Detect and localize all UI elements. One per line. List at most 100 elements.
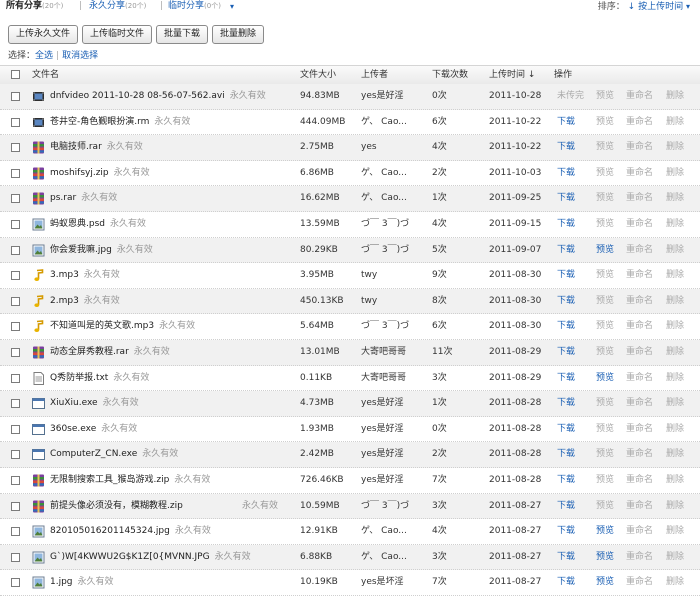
file-name-cell[interactable]: ps.rar 永久有效: [50, 186, 117, 212]
file-name-cell[interactable]: G`)W[4KWWU2G$K1Z[0{MVNN.JPG 永久有效: [50, 545, 251, 571]
file-name-cell[interactable]: dnfvideo 2011-10-28 08-56-07-562.avi 永久有效: [50, 84, 266, 110]
table-row[interactable]: G`)W[4KWWU2G$K1Z[0{MVNN.JPG 永久有效 6.88KB ゲ、 …: [0, 544, 700, 571]
upload-permanent-button[interactable]: 上传永久文件: [8, 25, 78, 44]
row-checkbox[interactable]: [11, 194, 20, 204]
file-name-cell[interactable]: 1.jpg 永久有效: [50, 570, 114, 596]
table-row[interactable]: dnfvideo 2011-10-28 08-56-07-562.avi 永久有效…: [0, 84, 700, 110]
rename-link[interactable]: 重命名: [626, 545, 653, 571]
rename-link[interactable]: 重命名: [626, 314, 653, 340]
table-row[interactable]: 蚂蚁恩典.psd 永久有效 13.59MB づ￣ 3￣)づ 4次 2011-09-15 下载…: [0, 212, 700, 238]
row-checkbox[interactable]: [11, 476, 20, 485]
table-row[interactable]: 电脑技师.rar 永久有效 2.75MB yes 4次 2011-10-22 下载 预览 重命名…: [0, 135, 700, 161]
file-name[interactable]: 无限制搜索工具_猴岛游戏.zip: [50, 475, 169, 485]
file-name[interactable]: Q秀防举报.txt: [50, 373, 108, 383]
table-row[interactable]: ps.rar 永久有效 16.62MB ゲ、 Cao... 1次 2011-09-25 下载…: [0, 186, 700, 212]
download-link[interactable]: 下载: [557, 519, 575, 545]
upload-temp-button[interactable]: 上传临时文件: [82, 25, 152, 44]
download-link[interactable]: 下载: [557, 442, 575, 468]
delete-link[interactable]: 删除: [666, 519, 684, 545]
chevron-down-icon[interactable]: ▾: [686, 2, 690, 11]
table-row[interactable]: Q秀防举报.txt 永久有效 0.11KB 大寄吧哥哥 3次 2011-08-29 下载 预览…: [0, 366, 700, 392]
file-name-cell[interactable]: 2.mp3 永久有效: [50, 289, 120, 315]
download-link[interactable]: 下载: [557, 417, 575, 443]
download-link[interactable]: 下载: [557, 238, 575, 264]
rename-link[interactable]: 重命名: [626, 289, 653, 315]
download-link[interactable]: 下载: [557, 186, 575, 212]
preview-link[interactable]: 预览: [596, 238, 614, 264]
file-name[interactable]: 3.mp3: [50, 270, 79, 280]
row-checkbox[interactable]: [11, 373, 20, 383]
delete-link[interactable]: 删除: [666, 366, 684, 392]
rename-link[interactable]: 重命名: [626, 110, 653, 136]
download-link[interactable]: 下载: [557, 110, 575, 136]
file-name-cell[interactable]: 不知道叫是的英文歌.mp3 永久有效: [50, 314, 195, 340]
preview-link[interactable]: 预览: [596, 366, 614, 392]
table-row[interactable]: 前提头像必须没有，模糊教程.zip 永久有效 10.59MB づ￣ 3￣)づ 3次 201…: [0, 493, 700, 520]
rename-link[interactable]: 重命名: [626, 212, 653, 238]
preview-link[interactable]: 预览: [596, 570, 614, 596]
download-link[interactable]: 下载: [557, 263, 575, 289]
sort-arrow-icon[interactable]: ↓: [628, 2, 636, 12]
file-name[interactable]: 820105016201145324.jpg: [50, 526, 170, 536]
file-name[interactable]: 电脑技师.rar: [50, 142, 102, 152]
row-checkbox[interactable]: [11, 399, 20, 409]
file-name[interactable]: 苍井空-角色觐眼扮演.rm: [50, 117, 149, 127]
batch-download-button[interactable]: 批量下载: [156, 25, 208, 44]
row-checkbox[interactable]: [11, 245, 20, 255]
table-row[interactable]: 苍井空-角色觐眼扮演.rm 永久有效 444.09MB ゲ、 Cao... 6次 2011…: [0, 110, 700, 136]
delete-link[interactable]: 删除: [666, 161, 684, 187]
delete-link[interactable]: 删除: [666, 391, 684, 417]
delete-link[interactable]: 删除: [666, 289, 684, 315]
row-checkbox[interactable]: [11, 527, 20, 537]
row-checkbox[interactable]: [11, 143, 20, 153]
tab-temporary-shares[interactable]: 临时分享(0个): [168, 0, 221, 13]
delete-link[interactable]: 删除: [666, 84, 684, 110]
delete-link[interactable]: 删除: [666, 494, 684, 520]
download-link[interactable]: 下载: [557, 366, 575, 392]
file-name-cell[interactable]: 3.mp3 永久有效: [50, 263, 120, 289]
download-link[interactable]: 下载: [557, 289, 575, 315]
table-row[interactable]: 820105016201145324.jpg 永久有效 12.91KB ゲ、 Cao.…: [0, 519, 700, 545]
file-name[interactable]: 2.mp3: [50, 296, 79, 306]
file-name-cell[interactable]: 前提头像必须没有，模糊教程.zip: [50, 494, 183, 520]
delete-link[interactable]: 删除: [666, 186, 684, 212]
table-row[interactable]: 你会爱我嘛.jpg 永久有效 80.29KB づ￣ 3￣)づ 5次 2011-09-07 下…: [0, 237, 700, 264]
row-checkbox[interactable]: [11, 450, 20, 460]
tab-permanent-shares[interactable]: 永久分享(20个): [89, 0, 146, 13]
rename-link[interactable]: 重命名: [626, 417, 653, 443]
download-link[interactable]: 下载: [557, 135, 575, 161]
table-row[interactable]: 3.mp3 永久有效 3.95MB twy 9次 2011-08-30 下载 预览 重命名 删除: [0, 263, 700, 289]
delete-link[interactable]: 删除: [666, 417, 684, 443]
delete-link[interactable]: 删除: [666, 314, 684, 340]
row-checkbox[interactable]: [11, 348, 20, 357]
row-checkbox[interactable]: [11, 168, 20, 178]
col-time[interactable]: 上传时间 ↓: [489, 66, 535, 84]
file-name[interactable]: 动态全屏秀教程.rar: [50, 347, 129, 357]
file-name[interactable]: ComputerZ_CN.exe: [50, 449, 137, 459]
download-link[interactable]: 下载: [557, 212, 575, 238]
file-name[interactable]: moshifsyj.zip: [50, 168, 109, 178]
table-row[interactable]: 无限制搜索工具_猴岛游戏.zip 永久有效 726.46KB yes是好淫 7次 2011…: [0, 468, 700, 494]
sort-value[interactable]: 按上传时间: [638, 2, 683, 12]
file-name[interactable]: 不知道叫是的英文歌.mp3: [50, 321, 154, 331]
file-name-cell[interactable]: XiuXiu.exe 永久有效: [50, 391, 139, 417]
file-name-cell[interactable]: 820105016201145324.jpg 永久有效: [50, 519, 211, 545]
file-name-cell[interactable]: 动态全屏秀教程.rar 永久有效: [50, 340, 170, 366]
table-row[interactable]: 2.mp3 永久有效 450.13KB twy 8次 2011-08-30 下载 预览 重命名删…: [0, 288, 700, 315]
download-link[interactable]: 下载: [557, 545, 575, 571]
file-name[interactable]: 1.jpg: [50, 577, 73, 587]
table-row[interactable]: 1.jpg 永久有效 10.19KB yes是坏淫 7次 2011-08-27 下载 预览 重命…: [0, 570, 700, 596]
row-checkbox[interactable]: [11, 424, 20, 434]
row-checkbox[interactable]: [11, 578, 20, 588]
row-checkbox[interactable]: [11, 296, 20, 306]
file-name-cell[interactable]: 苍井空-角色觐眼扮演.rm 永久有效: [50, 110, 190, 136]
rename-link[interactable]: 重命名: [626, 340, 653, 366]
table-row[interactable]: 360se.exe 永久有效 1.93MB yes是好淫 0次 2011-08-28 下载 预…: [0, 417, 700, 443]
delete-link[interactable]: 删除: [666, 570, 684, 596]
row-checkbox[interactable]: [11, 271, 20, 281]
file-name[interactable]: 360se.exe: [50, 424, 96, 434]
row-checkbox[interactable]: [11, 117, 20, 127]
table-row[interactable]: XiuXiu.exe 永久有效 4.73MB yes是好淫 1次 2011-08-28 下载…: [0, 391, 700, 417]
table-row[interactable]: ComputerZ_CN.exe 永久有效 2.42MB yes是好淫 2次 2011-0…: [0, 442, 700, 468]
file-name[interactable]: 蚂蚁恩典.psd: [50, 219, 105, 229]
